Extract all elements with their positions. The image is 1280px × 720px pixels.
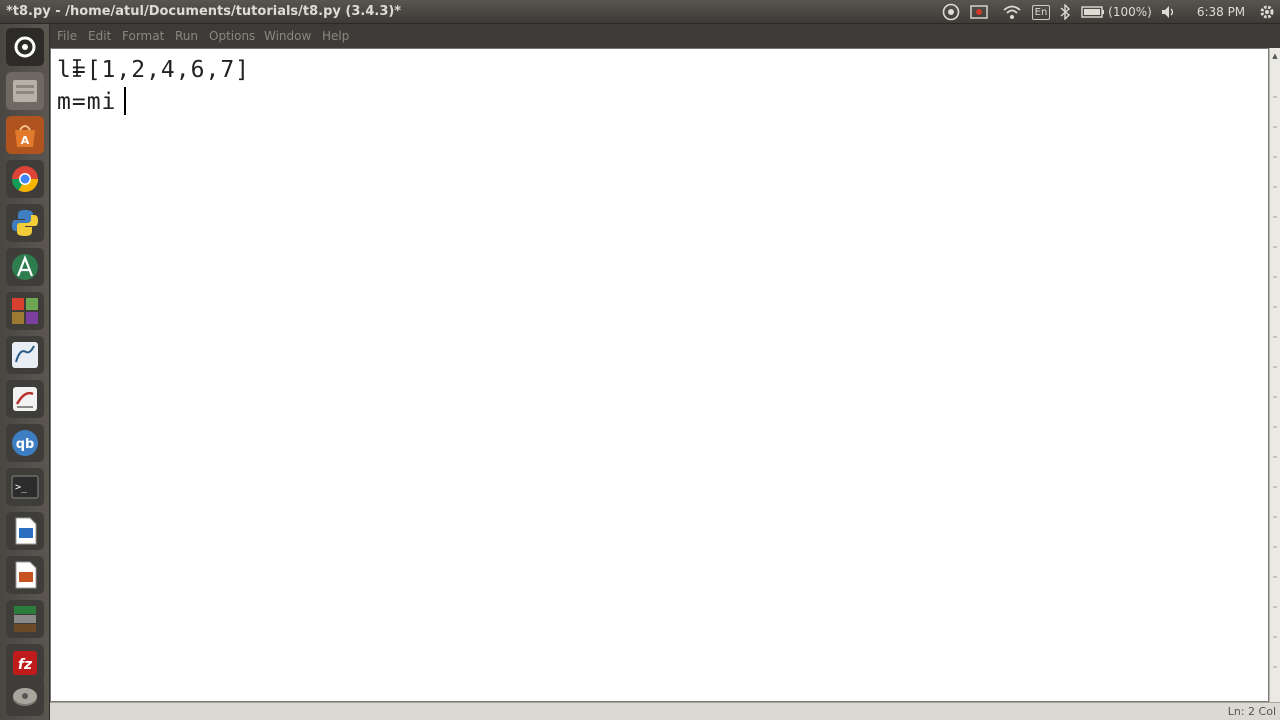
scroll-up-icon[interactable]: ▲ — [1270, 48, 1280, 64]
window-title: *t8.py - /home/atul/Documents/tutorials/… — [6, 4, 402, 19]
svg-text:A: A — [21, 134, 30, 147]
python-icon[interactable] — [6, 204, 44, 242]
launcher: A qb >_ fz — [0, 24, 50, 720]
clock[interactable]: 6:38 PM — [1190, 2, 1252, 22]
menu-edit[interactable]: Edit — [88, 29, 111, 43]
cursor-position: Ln: 2 Col — [1227, 705, 1276, 718]
menu-window[interactable]: Window — [264, 29, 311, 43]
dash-icon[interactable] — [6, 28, 44, 66]
software-center-icon[interactable]: A — [6, 116, 44, 154]
recording-icon[interactable] — [968, 2, 990, 22]
code-editor[interactable]: l=[1,2,4,6,7] m=mi — [50, 48, 1269, 702]
code-line: m=mi — [57, 89, 117, 115]
svg-text:qb: qb — [16, 437, 35, 452]
disk-icon[interactable] — [6, 678, 44, 716]
menu-options[interactable]: Options — [209, 29, 255, 43]
terminal-icon[interactable]: >_ — [6, 468, 44, 506]
bluetooth-icon[interactable] — [1056, 2, 1074, 22]
status-bar: Ln: 2 Col — [50, 702, 1280, 720]
libreoffice-writer-icon[interactable] — [6, 512, 44, 550]
menubar: File Edit Format Run Options Window Help — [50, 24, 1280, 48]
volume-icon[interactable] — [1160, 2, 1178, 22]
menu-run[interactable]: Run — [175, 29, 198, 43]
libreoffice-impress-icon[interactable] — [6, 556, 44, 594]
keyboard-layout-indicator[interactable]: En — [1030, 2, 1052, 22]
text-caret — [124, 87, 126, 115]
menu-help[interactable]: Help — [322, 29, 349, 43]
android-studio-icon[interactable] — [6, 248, 44, 286]
workspace-switcher-icon[interactable] — [6, 292, 44, 330]
menu-format[interactable]: Format — [122, 29, 164, 43]
battery-icon[interactable] — [1080, 2, 1106, 22]
chrome-icon[interactable] — [6, 160, 44, 198]
qbittorrent-icon[interactable]: qb — [6, 424, 44, 462]
svg-text:fz: fz — [18, 657, 33, 673]
menu-file[interactable]: File — [57, 29, 77, 43]
top-panel: *t8.py - /home/atul/Documents/tutorials/… — [0, 0, 1280, 24]
vertical-scrollbar[interactable]: ▲ — [1269, 48, 1280, 702]
wifi-icon[interactable] — [1000, 2, 1024, 22]
sync-icon[interactable] — [940, 2, 962, 22]
filezilla-icon[interactable]: fz — [6, 644, 44, 682]
gear-icon[interactable] — [1256, 2, 1278, 22]
battery-percent: (100%) — [1108, 5, 1152, 19]
stacked-apps-icon[interactable] — [6, 600, 44, 638]
mysql-workbench-icon[interactable] — [6, 336, 44, 374]
scroll-track[interactable] — [1273, 68, 1277, 688]
code-line: l=[1,2,4,6,7] — [57, 57, 251, 83]
i-beam-cursor-icon — [73, 59, 81, 77]
keyboard-layout-label: En — [1031, 4, 1051, 20]
files-icon[interactable] — [6, 72, 44, 110]
editor-icon[interactable] — [6, 380, 44, 418]
svg-text:>_: >_ — [15, 482, 28, 493]
